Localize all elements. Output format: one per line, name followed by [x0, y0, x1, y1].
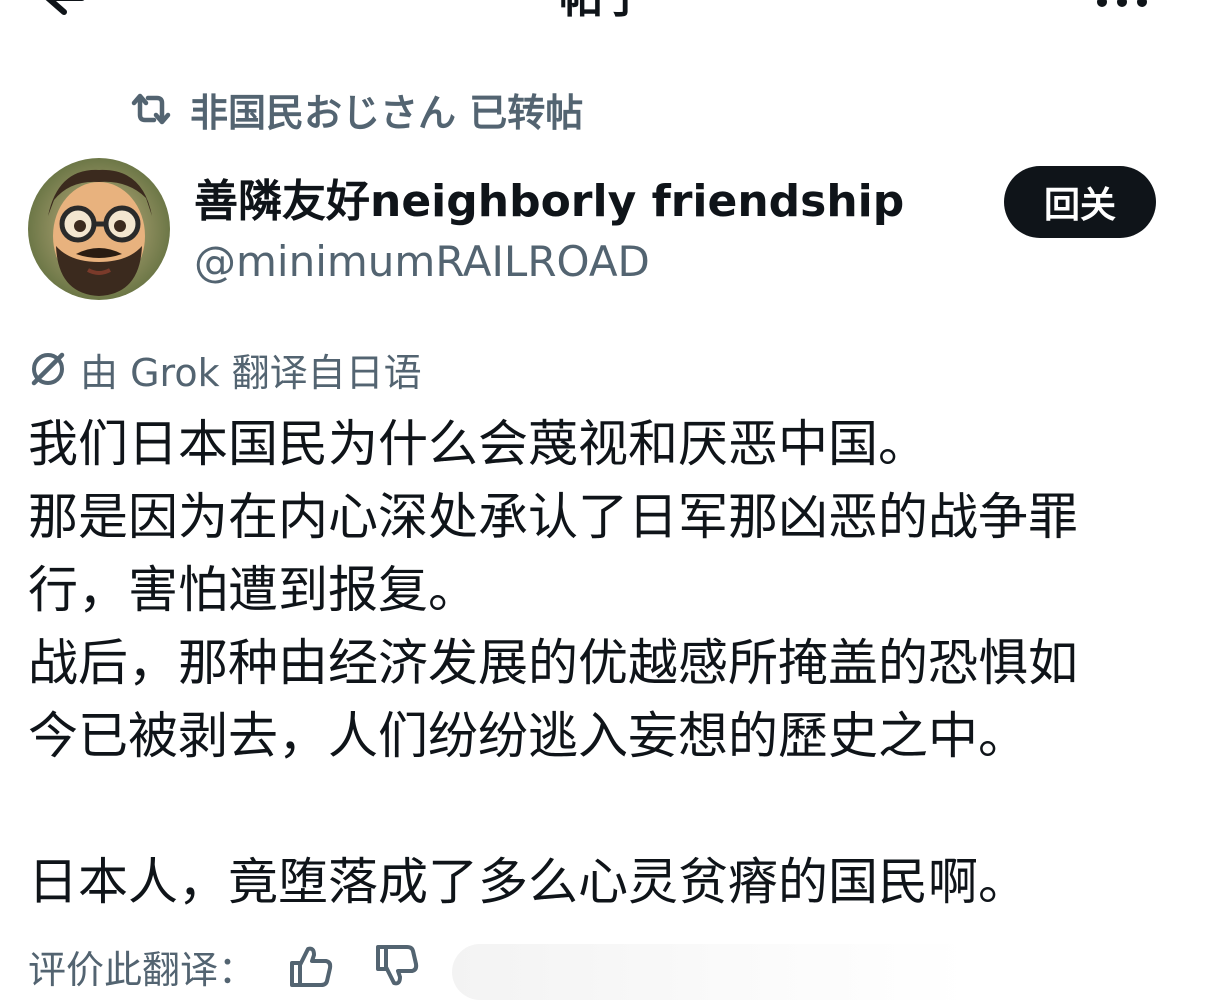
rate-translation-label: 评价此翻译： — [28, 947, 257, 992]
translation-notice[interactable]: 由 Grok 翻译自日语 — [28, 344, 422, 395]
grok-icon — [31, 352, 65, 386]
watermark-overlay — [452, 944, 1192, 1000]
post-line: 行，害怕遭到报复。 — [28, 561, 478, 619]
top-bar: 帖子 — [0, 0, 1206, 40]
translation-label: 由 Grok 翻译自日语 — [80, 350, 422, 395]
repost-label: 非国民おじさん 已转帖 — [190, 90, 584, 135]
avatar[interactable] — [28, 158, 170, 300]
rate-translation: 评价此翻译： — [28, 936, 458, 996]
post-line: 那是因为在内心深处承认了日军那凶恶的战争罪 — [28, 488, 1078, 546]
repost-icon — [131, 93, 171, 125]
thumbs-up-icon[interactable] — [286, 941, 336, 991]
author-display-name[interactable]: 善隣友好neighborly friendship — [194, 174, 904, 230]
post-line: 日本人，竟堕落成了多么心灵贫瘠的国民啊。 — [28, 853, 1028, 911]
page-title: 帖子 — [0, 0, 1206, 26]
post-line-blank — [28, 773, 1178, 846]
repost-indicator[interactable]: 非国民おじさん 已转帖 — [128, 84, 584, 135]
post-line: 战后，那种由经济发展的优越感所掩盖的恐惧如 — [28, 634, 1078, 692]
post-line: 我们日本国民为什么会蔑视和厌恶中国。 — [28, 415, 928, 473]
post-line: 今已被剥去，人们纷纷逃入妄想的歷史之中。 — [28, 707, 1028, 765]
post-text: 我们日本国民为什么会蔑视和厌恶中国。 那是因为在内心深处承认了日军那凶恶的战争罪… — [28, 408, 1178, 919]
more-icon[interactable] — [1092, 0, 1152, 10]
thumbs-down-icon[interactable] — [372, 941, 422, 991]
author-handle[interactable]: @minimumRAILROAD — [194, 236, 650, 288]
follow-back-button[interactable]: 回关 — [1004, 166, 1156, 238]
